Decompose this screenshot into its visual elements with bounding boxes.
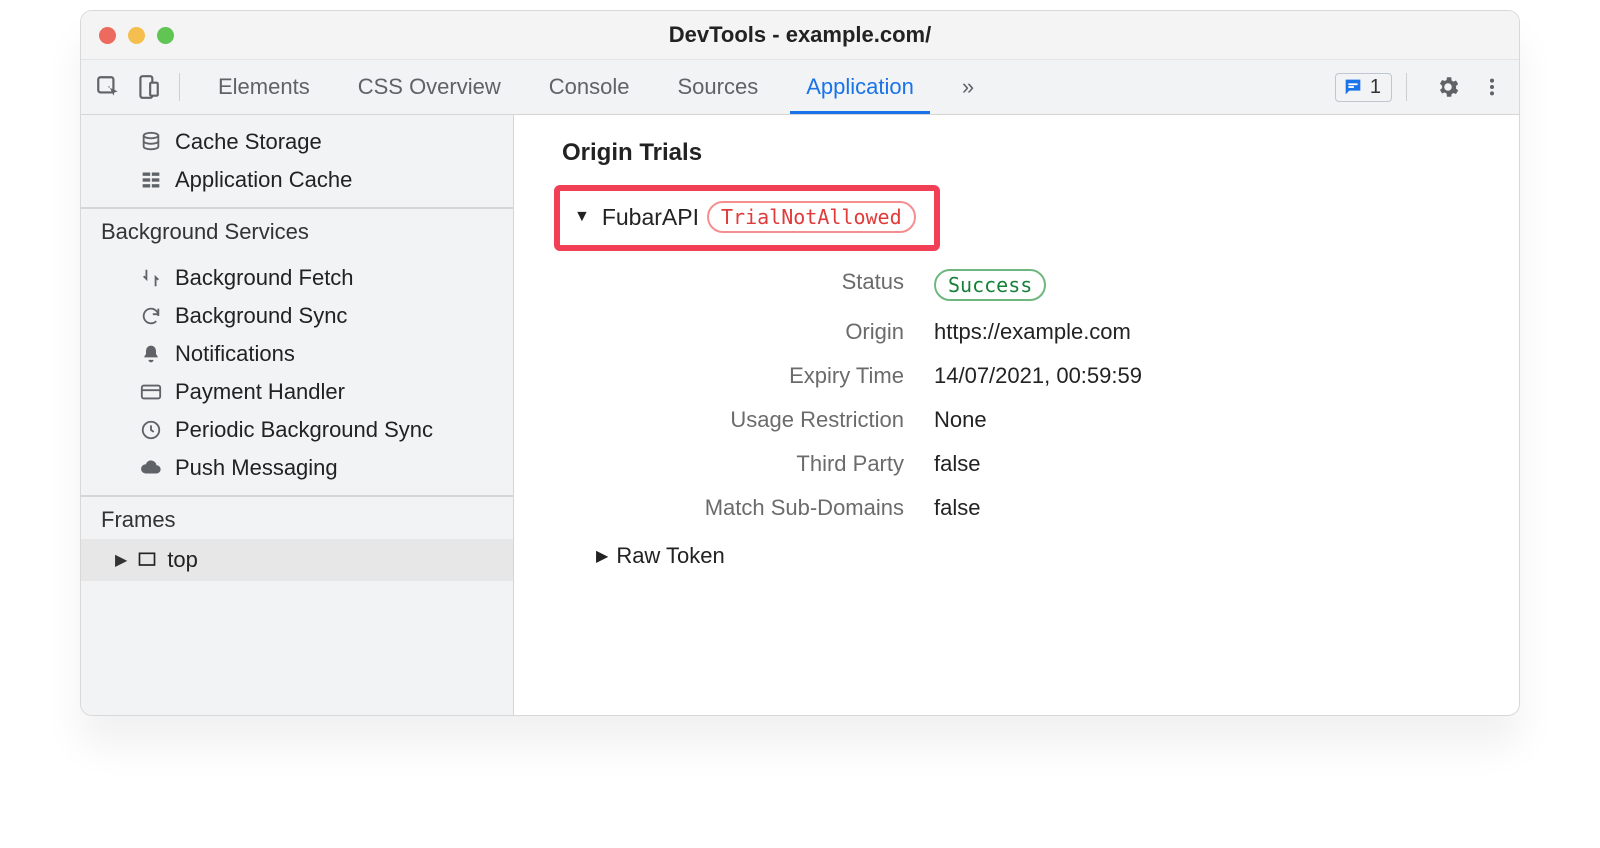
raw-token-label: Raw Token	[616, 543, 724, 569]
application-sidebar: Cache Storage Application Cache Backgrou…	[81, 115, 514, 715]
minimize-window-icon[interactable]	[128, 27, 145, 44]
row-label-match-subdomains: Match Sub-Domains	[584, 495, 904, 521]
chat-icon	[1342, 76, 1364, 98]
triangle-right-icon: ▶	[115, 550, 127, 570]
row-value-origin: https://example.com	[934, 319, 1479, 345]
kebab-menu-icon[interactable]	[1475, 70, 1509, 104]
tabs-overflow[interactable]: »	[938, 60, 998, 114]
sidebar-item-cache-storage[interactable]: Cache Storage	[81, 123, 513, 161]
card-icon	[139, 380, 163, 404]
sidebar-item-background-fetch[interactable]: Background Fetch	[81, 259, 513, 297]
sidebar-item-label: Cache Storage	[175, 129, 322, 155]
window-title: DevTools - example.com/	[81, 22, 1519, 48]
sidebar-item-application-cache[interactable]: Application Cache	[81, 161, 513, 199]
sidebar-item-frame-top[interactable]: ▶ top	[81, 539, 513, 581]
row-label-origin: Origin	[584, 319, 904, 345]
sidebar-item-background-sync[interactable]: Background Sync	[81, 297, 513, 335]
database-icon	[139, 130, 163, 154]
triangle-down-icon: ▼	[574, 208, 590, 226]
main-panel: Origin Trials ▼ FubarAPI TrialNotAllowed…	[514, 115, 1519, 715]
close-window-icon[interactable]	[99, 27, 116, 44]
sidebar-item-label: Push Messaging	[175, 455, 338, 481]
titlebar: DevTools - example.com/	[81, 11, 1519, 59]
panel-heading: Origin Trials	[562, 139, 1479, 167]
sidebar-header-frames: Frames	[81, 497, 513, 539]
tab-label: CSS Overview	[358, 74, 501, 100]
issues-badge[interactable]: 1	[1335, 73, 1392, 102]
fetch-icon	[139, 266, 163, 290]
frame-icon	[137, 550, 157, 570]
sidebar-item-label: Notifications	[175, 341, 295, 367]
row-value-expiry: 14/07/2021, 00:59:59	[934, 363, 1479, 389]
row-value-match-subdomains: false	[934, 495, 1479, 521]
triangle-right-icon: ▶	[596, 546, 608, 566]
sidebar-item-label: Application Cache	[175, 167, 352, 193]
tab-console[interactable]: Console	[525, 60, 654, 114]
devtools-toolbar: Elements CSS Overview Console Sources Ap…	[81, 59, 1519, 115]
row-label-usage: Usage Restriction	[584, 407, 904, 433]
overflow-glyph: »	[962, 74, 974, 100]
cloud-icon	[139, 456, 163, 480]
tab-label: Sources	[677, 74, 758, 100]
inspect-element-icon[interactable]	[91, 70, 125, 104]
row-label-status: Status	[584, 269, 904, 301]
devtools-window: DevTools - example.com/ Elements CSS Ove…	[80, 10, 1520, 716]
row-label-expiry: Expiry Time	[584, 363, 904, 389]
trial-details-table: Status Success Origin https://example.co…	[584, 269, 1479, 521]
tab-application[interactable]: Application	[782, 60, 938, 114]
tab-label: Application	[806, 74, 914, 100]
sidebar-item-payment-handler[interactable]: Payment Handler	[81, 373, 513, 411]
clock-icon	[139, 418, 163, 442]
bell-icon	[139, 342, 163, 366]
sync-icon	[139, 304, 163, 328]
status-badge: Success	[934, 269, 1046, 301]
sidebar-item-label: Payment Handler	[175, 379, 345, 405]
tab-label: Elements	[218, 74, 310, 100]
sidebar-item-label: Background Sync	[175, 303, 347, 329]
tab-label: Console	[549, 74, 630, 100]
tab-elements[interactable]: Elements	[194, 60, 334, 114]
zoom-window-icon[interactable]	[157, 27, 174, 44]
issues-count: 1	[1370, 76, 1381, 99]
toolbar-separator	[1406, 73, 1407, 101]
toolbar-separator	[179, 73, 180, 101]
row-label-third-party: Third Party	[584, 451, 904, 477]
raw-token-row[interactable]: ▶ Raw Token	[596, 543, 1479, 569]
tab-css-overview[interactable]: CSS Overview	[334, 60, 525, 114]
grid-icon	[139, 168, 163, 192]
sidebar-item-label: Background Fetch	[175, 265, 354, 291]
row-value-third-party: false	[934, 451, 1479, 477]
settings-icon[interactable]	[1431, 70, 1465, 104]
panel-tabs: Elements CSS Overview Console Sources Ap…	[194, 60, 998, 114]
sidebar-item-periodic-sync[interactable]: Periodic Background Sync	[81, 411, 513, 449]
trial-name: FubarAPI	[602, 204, 699, 231]
sidebar-header-background-services: Background Services	[81, 209, 513, 251]
tab-sources[interactable]: Sources	[653, 60, 782, 114]
sidebar-item-label: Periodic Background Sync	[175, 417, 433, 443]
trial-status-badge: TrialNotAllowed	[707, 201, 916, 233]
device-toolbar-icon[interactable]	[131, 70, 165, 104]
origin-trial-entry[interactable]: ▼ FubarAPI TrialNotAllowed	[554, 185, 940, 251]
devtools-body: Cache Storage Application Cache Backgrou…	[81, 115, 1519, 715]
sidebar-item-push-messaging[interactable]: Push Messaging	[81, 449, 513, 487]
sidebar-item-notifications[interactable]: Notifications	[81, 335, 513, 373]
window-controls	[99, 27, 174, 44]
row-value-usage: None	[934, 407, 1479, 433]
row-value-status: Success	[934, 269, 1479, 301]
frame-label: top	[167, 547, 198, 573]
